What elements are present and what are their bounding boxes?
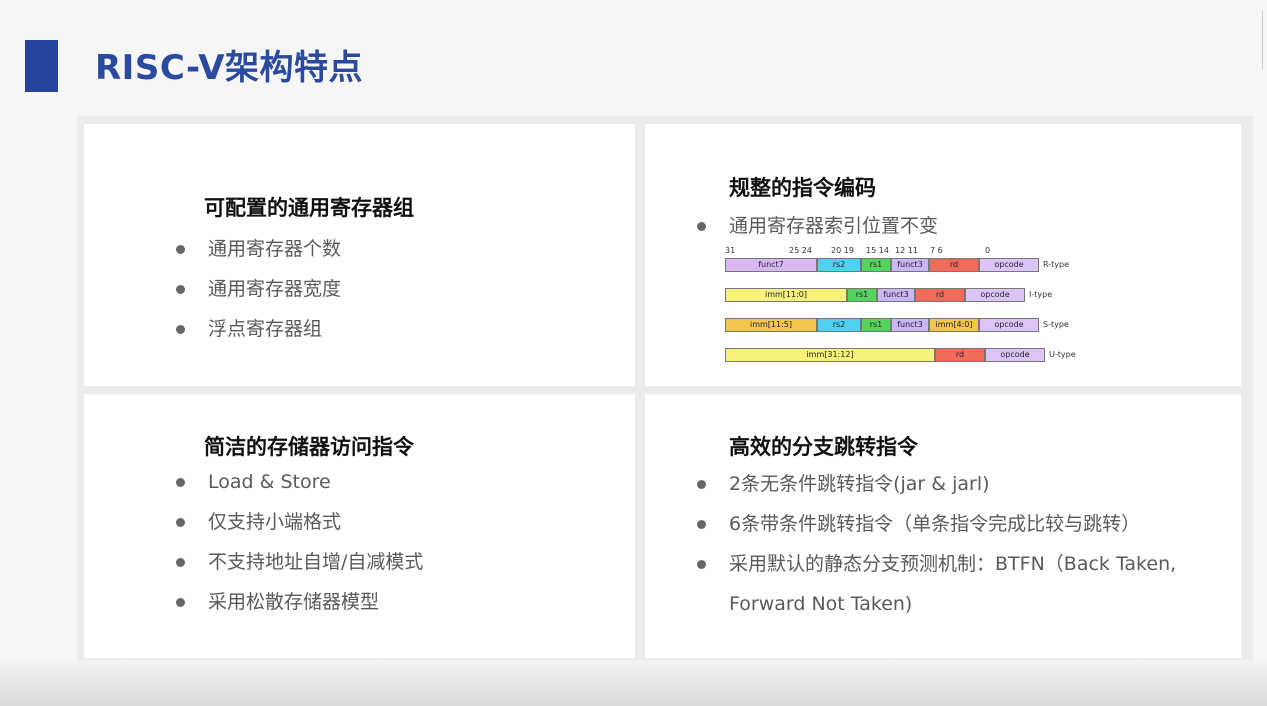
bullet-icon (697, 560, 706, 569)
format-field: funct3 (891, 258, 929, 272)
list-item: 浮点寄存器组 (174, 309, 341, 349)
bullet-list: 通用寄存器个数 通用寄存器宽度 浮点寄存器组 (174, 229, 341, 349)
bit-label: 7 6 (930, 246, 943, 255)
list-item: 通用寄存器索引位置不变 (695, 206, 938, 246)
format-field: rd (935, 348, 985, 362)
format-row: imm[31:12] rd opcode U-type (725, 348, 1076, 362)
format-row: funct7 rs2 rs1 funct3 rd opcode R-type (725, 258, 1069, 272)
page-title: RISC-V架构特点 (95, 48, 364, 88)
format-field: imm[4:0] (929, 318, 979, 332)
feature-grid: 可配置的通用寄存器组 通用寄存器个数 通用寄存器宽度 浮点寄存器组 规整的指令编… (77, 116, 1253, 666)
bullet-list: 2条无条件跳转指令(jar & jarl) 6条带条件跳转指令（单条指令完成比较… (695, 464, 1235, 624)
bullet-icon (176, 478, 185, 487)
bit-label: 31 (725, 246, 736, 255)
bit-label: 12 11 (895, 246, 918, 255)
format-field: opcode (979, 318, 1039, 332)
bit-label: 20 19 (831, 246, 854, 255)
format-field: rd (929, 258, 979, 272)
panel-heading: 规整的指令编码 (729, 176, 876, 200)
list-item: 6条带条件跳转指令（单条指令完成比较与跳转） (695, 504, 1235, 544)
panel-heading: 简洁的存储器访问指令 (204, 435, 414, 459)
panel-memory-access: 简洁的存储器访问指令 Load & Store 仅支持小端格式 不支持地址自增/… (84, 394, 635, 658)
format-row: imm[11:5] rs2 rs1 funct3 imm[4:0] opcode S-typ… (725, 318, 1069, 332)
format-field: rs1 (847, 288, 877, 302)
format-type-label: S-type (1043, 320, 1069, 329)
title-accent-bar (25, 40, 58, 92)
format-field: imm[11:0] (725, 288, 847, 302)
bullet-icon (176, 285, 185, 294)
panel-heading: 可配置的通用寄存器组 (204, 196, 414, 220)
panel-branch-jump: 高效的分支跳转指令 2条无条件跳转指令(jar & jarl) 6条带条件跳转指… (645, 394, 1241, 658)
bullet-icon (176, 518, 185, 527)
format-type-label: I-type (1029, 290, 1053, 299)
format-field: opcode (965, 288, 1025, 302)
format-field: rs2 (817, 318, 861, 332)
logo-icon (1200, 672, 1260, 702)
format-field: rs1 (861, 318, 891, 332)
list-item: 不支持地址自增/自减模式 (174, 542, 423, 582)
list-item: 采用默认的静态分支预测机制：BTFN（Back Taken, Forward N… (695, 544, 1235, 624)
bullet-icon (176, 598, 185, 607)
bullet-icon (176, 325, 185, 334)
bullet-icon (697, 480, 706, 489)
bullet-list: 通用寄存器索引位置不变 (695, 206, 938, 246)
bullet-list: Load & Store 仅支持小端格式 不支持地址自增/自减模式 采用松散存储… (174, 462, 423, 622)
format-type-label: R-type (1043, 260, 1069, 269)
format-row: imm[11:0] rs1 funct3 rd opcode I-type (725, 288, 1052, 302)
bit-label: 15 14 (866, 246, 889, 255)
format-field: imm[31:12] (725, 348, 935, 362)
instruction-format-diagram: 31 25 24 20 19 15 14 12 11 7 60 funct7 rs2 rs1 f… (725, 246, 1105, 370)
bullet-icon (176, 558, 185, 567)
bullet-icon (697, 222, 706, 231)
format-field: imm[11:5] (725, 318, 817, 332)
format-type-label: U-type (1049, 350, 1076, 359)
list-item: 通用寄存器个数 (174, 229, 341, 269)
list-item: 2条无条件跳转指令(jar & jarl) (695, 464, 1235, 504)
format-field: funct3 (877, 288, 915, 302)
format-field: opcode (985, 348, 1045, 362)
format-field: funct7 (725, 258, 817, 272)
list-item: 通用寄存器宽度 (174, 269, 341, 309)
bit-position-labels: 31 25 24 20 19 15 14 12 11 7 6 0 (725, 246, 1045, 258)
format-field: opcode (979, 258, 1039, 272)
format-field: rd (915, 288, 965, 302)
list-item: 采用松散存储器模型 (174, 582, 423, 622)
bit-label: 0 (985, 246, 991, 255)
format-field: rs1 (861, 258, 891, 272)
panel-configurable-registers: 可配置的通用寄存器组 通用寄存器个数 通用寄存器宽度 浮点寄存器组 (84, 124, 635, 386)
bullet-icon (176, 245, 185, 254)
bullet-icon (697, 520, 706, 529)
side-toolbar (1262, 10, 1267, 70)
format-field: rs2 (817, 258, 861, 272)
list-item: Load & Store (174, 462, 423, 502)
panel-heading: 高效的分支跳转指令 (729, 435, 918, 459)
panel-instruction-encoding: 规整的指令编码 通用寄存器索引位置不变 31 25 24 20 19 15 14 12 … (645, 124, 1241, 386)
format-field: funct3 (891, 318, 929, 332)
list-item: 仅支持小端格式 (174, 502, 423, 542)
bit-label: 25 24 (789, 246, 812, 255)
bottom-bar (0, 660, 1267, 706)
